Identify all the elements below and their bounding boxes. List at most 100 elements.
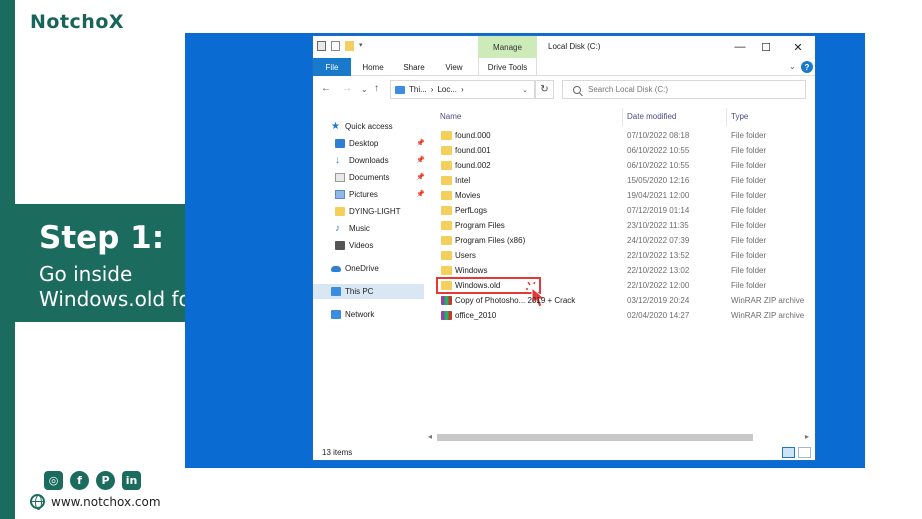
- refresh-button[interactable]: ↻: [535, 80, 554, 99]
- file-name: found.002: [455, 161, 491, 170]
- column-header-name[interactable]: Name: [440, 112, 461, 121]
- file-explorer-window: ▾ Manage Local Disk (C:) — ☐ ✕ File Home…: [312, 35, 816, 461]
- nav-item-downloads[interactable]: ↓ Downloads 📌: [335, 153, 431, 168]
- winrar-archive-icon: [441, 311, 452, 320]
- website-link[interactable]: www.notchox.com: [30, 494, 161, 510]
- nav-item-videos[interactable]: Videos: [335, 238, 431, 253]
- notchox-logo: NotchoX: [30, 11, 125, 33]
- tab-view[interactable]: View: [437, 58, 471, 76]
- network-icon: [331, 310, 341, 319]
- pinterest-icon[interactable]: P: [96, 471, 115, 490]
- file-row-windows-old[interactable]: Windows.old 22/10/2022 12:00 File folder: [436, 277, 814, 308]
- file-row[interactable]: Program Files (x86) 24/10/2022 07:39 Fil…: [436, 233, 814, 248]
- quick-access-toolbar: ▾: [317, 41, 363, 51]
- tab-drive-tools[interactable]: Drive Tools: [478, 58, 537, 76]
- linkedin-icon[interactable]: in: [122, 471, 141, 490]
- breadcrumb-separator-2[interactable]: ›: [461, 85, 464, 94]
- recent-locations-icon[interactable]: ⌄: [361, 85, 368, 94]
- file-date: 15/05/2020 12:16: [627, 176, 690, 185]
- file-row[interactable]: Program Files 23/10/2022 11:35 File fold…: [436, 218, 814, 233]
- search-icon: [573, 85, 581, 94]
- search-box[interactable]: Search Local Disk (C:): [562, 80, 806, 99]
- file-type: File folder: [731, 161, 767, 170]
- breadcrumb-separator[interactable]: ›: [431, 85, 434, 94]
- back-arrow-icon[interactable]: ←: [321, 83, 331, 94]
- forward-arrow-icon[interactable]: →: [342, 83, 352, 94]
- file-list: Name Date modified Type found.000 07/10/…: [436, 108, 814, 438]
- column-divider[interactable]: [726, 108, 727, 126]
- pin-icon: 📌: [416, 157, 425, 164]
- pin-icon: 📌: [416, 174, 425, 181]
- instagram-icon[interactable]: ◎: [44, 471, 63, 490]
- file-name: Users: [455, 251, 476, 260]
- file-name: Program Files (x86): [455, 236, 526, 245]
- folder-icon: [441, 191, 452, 200]
- column-header-date[interactable]: Date modified: [627, 112, 676, 121]
- up-arrow-icon[interactable]: ↑: [374, 83, 379, 94]
- facebook-icon[interactable]: f: [70, 471, 89, 490]
- nav-item-desktop[interactable]: Desktop 📌: [335, 136, 431, 151]
- computer-icon: [331, 287, 341, 296]
- nav-item-network[interactable]: Network: [331, 307, 431, 322]
- file-name: Windows: [455, 266, 488, 275]
- file-row[interactable]: Users 22/10/2022 13:52 File folder: [436, 248, 814, 263]
- nav-item-music[interactable]: ♪ Music: [335, 221, 431, 236]
- horizontal-scrollbar[interactable]: ◂ ▸: [427, 432, 815, 442]
- nav-item-this-pc[interactable]: This PC: [313, 284, 424, 299]
- pictures-icon: [335, 190, 345, 199]
- music-icon: ♪: [335, 223, 340, 234]
- folder-icon: [441, 146, 452, 155]
- website-url[interactable]: www.notchox.com: [51, 495, 161, 509]
- nav-item-documents[interactable]: Documents 📌: [335, 170, 431, 185]
- breadcrumb-local-disk[interactable]: Loc...: [437, 85, 457, 94]
- nav-item-dying-light[interactable]: DYING-LIGHT: [335, 204, 431, 219]
- customize-toolbar-icon[interactable]: ▾: [359, 41, 363, 51]
- file-type: WinRAR ZIP archive: [731, 296, 805, 305]
- tab-file[interactable]: File: [313, 58, 351, 76]
- maximize-button[interactable]: ☐: [757, 39, 775, 55]
- file-row[interactable]: Movies 19/04/2021 12:00 File folder: [436, 188, 814, 203]
- nav-item-label: Documents: [349, 173, 390, 182]
- file-date: 23/10/2022 11:35: [627, 221, 689, 230]
- minimize-button[interactable]: —: [731, 39, 749, 55]
- file-row[interactable]: found.002 06/10/2022 10:55 File folder: [436, 158, 814, 173]
- nav-item-label: Desktop: [349, 139, 379, 148]
- breadcrumb-this-pc[interactable]: Thi...: [409, 85, 427, 94]
- file-row[interactable]: Copy of Photosho... 2019 + Crack 03/12/2…: [436, 293, 814, 308]
- new-folder-icon[interactable]: [345, 41, 354, 51]
- scrollbar-thumb[interactable]: [437, 434, 753, 441]
- file-type: File folder: [731, 176, 767, 185]
- winrar-archive-icon: [441, 296, 452, 305]
- file-type: File folder: [731, 191, 767, 200]
- scroll-left-icon[interactable]: ◂: [428, 432, 432, 441]
- item-count: 13 items: [322, 448, 353, 457]
- file-row[interactable]: Intel 15/05/2020 12:16 File folder: [436, 173, 814, 188]
- details-view-button[interactable]: [782, 447, 795, 458]
- close-button[interactable]: ✕: [789, 39, 807, 55]
- file-type: File folder: [731, 281, 767, 290]
- file-name: Intel: [455, 176, 471, 185]
- address-bar[interactable]: Thi... › Loc... › ⌄: [390, 80, 535, 99]
- tab-home[interactable]: Home: [355, 58, 391, 76]
- file-row[interactable]: found.001 06/10/2022 10:55 File folder: [436, 143, 814, 158]
- column-divider[interactable]: [622, 108, 623, 126]
- file-row[interactable]: found.000 07/10/2022 08:18 File folder: [436, 128, 814, 143]
- file-row[interactable]: office_2010 02/04/2020 14:27 WinRAR ZIP …: [436, 308, 814, 323]
- nav-item-quick-access[interactable]: ★ Quick access: [331, 119, 431, 134]
- nav-item-pictures[interactable]: Pictures 📌: [335, 187, 431, 202]
- expand-ribbon-icon[interactable]: ⌄: [789, 62, 796, 71]
- column-header-type[interactable]: Type: [731, 112, 748, 121]
- file-row[interactable]: PerfLogs 07/12/2019 01:14 File folder: [436, 203, 814, 218]
- search-input[interactable]: Search Local Disk (C:): [588, 85, 668, 94]
- tab-share[interactable]: Share: [397, 58, 431, 76]
- file-row[interactable]: Windows 22/10/2022 13:02 File folder: [436, 263, 814, 278]
- checkmark-doc-icon[interactable]: [331, 41, 340, 51]
- manage-tab[interactable]: Manage: [478, 36, 537, 58]
- help-icon[interactable]: ?: [801, 61, 813, 73]
- properties-icon[interactable]: [317, 41, 326, 51]
- address-dropdown-icon[interactable]: ⌄: [522, 86, 528, 94]
- nav-item-onedrive[interactable]: OneDrive: [331, 261, 431, 276]
- large-icons-view-button[interactable]: [798, 447, 811, 458]
- scroll-right-icon[interactable]: ▸: [805, 432, 809, 441]
- folder-icon: [441, 221, 452, 230]
